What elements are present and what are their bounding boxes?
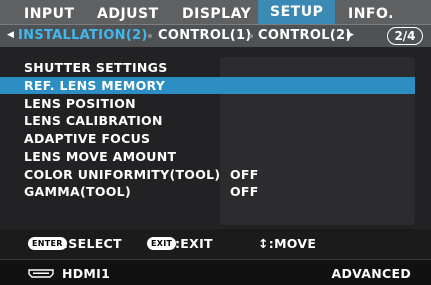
menu-item-lens-calibration[interactable]: LENS CALIBRATION (0, 112, 415, 129)
menu-item-label: REF. LENS MEMORY (24, 78, 166, 93)
arrow-left-icon[interactable]: ◀ (7, 30, 14, 40)
menu-item-lens-move-amount[interactable]: LENS MOVE AMOUNT (0, 148, 415, 165)
menu-item-label: COLOR UNIFORMITY(TOOL) (24, 167, 221, 182)
tab-info[interactable]: INFO. (348, 6, 394, 22)
menu-item-gamma-tool[interactable]: GAMMA(TOOL) OFF (0, 183, 415, 200)
separator-dot-icon (249, 34, 253, 38)
status-mode: ADVANCED (331, 266, 411, 281)
help-select: :SELECT (63, 236, 122, 251)
menu-item-adaptive-focus[interactable]: ADAPTIVE FOCUS (0, 130, 415, 147)
main-tab-bar: INPUT ADJUST DISPLAY SETUP INFO. (0, 0, 431, 26)
help-exit: :EXIT (175, 236, 213, 251)
menu-item-color-uniformity[interactable]: COLOR UNIFORMITY(TOOL) OFF (0, 166, 415, 183)
menu-item-label: GAMMA(TOOL) (24, 184, 131, 199)
help-bar: ENTER :SELECT EXIT :EXIT ↕:MOVE (0, 229, 431, 259)
help-move: ↕:MOVE (258, 236, 317, 251)
enter-key-icon: ENTER (28, 237, 67, 250)
menu-content: SHUTTER SETTINGS REF. LENS MEMORY LENS P… (0, 47, 431, 229)
menu-item-shutter-settings[interactable]: SHUTTER SETTINGS (0, 59, 415, 76)
menu-item-ref-lens-memory[interactable]: REF. LENS MEMORY (0, 77, 415, 94)
menu-item-label: LENS CALIBRATION (24, 113, 163, 128)
menu-item-label: SHUTTER SETTINGS (24, 60, 168, 75)
arrow-right-icon[interactable]: ▶ (347, 30, 354, 40)
tab-setup[interactable]: SETUP (258, 0, 336, 24)
exit-key-icon: EXIT (147, 237, 177, 250)
page-indicator: 2/4 (387, 27, 423, 45)
sub-tab-bar: ◀ INSTALLATION(2) CONTROL(1) CONTROL(2) … (0, 24, 431, 47)
subtab-control-1[interactable]: CONTROL(1) (158, 28, 252, 44)
menu-item-label: LENS POSITION (24, 96, 136, 111)
status-bar: HDMI1 ADVANCED (0, 259, 431, 285)
tab-adjust[interactable]: ADJUST (97, 6, 159, 22)
tab-input[interactable]: INPUT (24, 6, 75, 22)
projector-osd: INPUT ADJUST DISPLAY SETUP INFO. ◀ INSTA… (0, 0, 431, 285)
subtab-control-2[interactable]: CONTROL(2) (258, 28, 352, 44)
hdmi-icon (28, 269, 54, 278)
menu-item-label: ADAPTIVE FOCUS (24, 131, 151, 146)
tab-display[interactable]: DISPLAY (182, 6, 251, 22)
menu-item-label: LENS MOVE AMOUNT (24, 149, 177, 164)
menu-item-value: OFF (230, 167, 259, 182)
menu-item-value: OFF (230, 184, 259, 199)
menu-item-lens-position[interactable]: LENS POSITION (0, 95, 415, 112)
status-source: HDMI1 (62, 266, 111, 281)
separator-dot-icon (148, 34, 152, 38)
subtab-installation-2[interactable]: INSTALLATION(2) (18, 28, 148, 44)
